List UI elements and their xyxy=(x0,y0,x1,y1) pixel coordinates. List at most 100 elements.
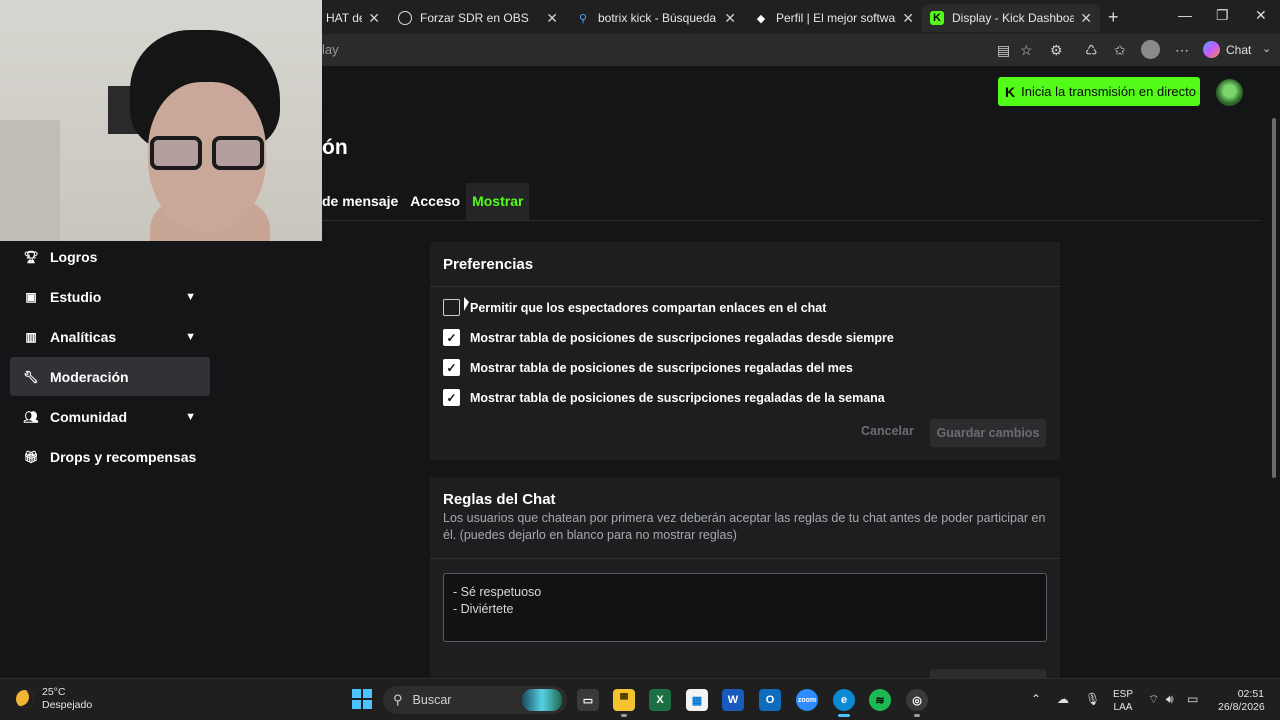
chevron-down-icon: ▼ xyxy=(185,290,196,303)
excel-icon[interactable]: X xyxy=(649,689,671,711)
volume-icon[interactable]: 🔊︎ xyxy=(1166,692,1174,707)
close-icon[interactable]: ✕ xyxy=(902,10,914,27)
scrollbar-thumb[interactable] xyxy=(1272,118,1276,478)
user-avatar[interactable] xyxy=(1216,79,1243,106)
webcam-overlay xyxy=(0,0,322,241)
checkbox-checked[interactable]: ✓ xyxy=(443,389,460,406)
option-label: Mostrar tabla de posiciones de suscripci… xyxy=(470,360,853,375)
browser-tab[interactable]: ⚲ botrix kick - Búsqueda ✕ xyxy=(568,4,744,32)
cancel-button[interactable]: Cancelar xyxy=(861,424,914,438)
file-explorer-icon[interactable]: ▀ xyxy=(613,689,635,711)
chevron-up-icon[interactable]: ⌃ xyxy=(1031,692,1041,706)
weather-desc: Despejado xyxy=(42,699,93,711)
microphone-icon[interactable]: 🎙︎ xyxy=(1085,692,1100,706)
windows-start-icon[interactable] xyxy=(352,689,372,709)
browser-tab-active[interactable]: K Display - Kick Dashboard ✕ xyxy=(922,4,1100,32)
sidebar-item-drops[interactable]: 🎁︎ Drops y recompensas xyxy=(10,437,210,476)
close-icon[interactable]: ✕ xyxy=(546,10,558,27)
search-highlight-image xyxy=(522,689,562,711)
panel-divider xyxy=(430,558,1060,559)
sidebar-item-analytics[interactable]: ▥ Analíticas ▼ xyxy=(10,317,210,356)
webcam-wall xyxy=(0,120,60,241)
option-label: Mostrar tabla de posiciones de suscripci… xyxy=(470,390,885,405)
battery-icon[interactable]: ▭ xyxy=(1187,692,1198,706)
webcam-glasses-left xyxy=(150,136,202,170)
chat-rules-textarea[interactable]: - Sé respetuoso - Diviértete xyxy=(443,573,1047,642)
gift-icon: 🎁︎ xyxy=(23,449,39,464)
input-language[interactable]: ESP LAA xyxy=(1113,688,1133,714)
tab-access[interactable]: Acceso xyxy=(404,183,466,221)
minimize-icon[interactable]: — xyxy=(1178,7,1192,23)
tab-label: Forzar SDR en OBS xyxy=(420,11,529,25)
checkbox-checked[interactable]: ✓ xyxy=(443,329,460,346)
checkbox-unchecked[interactable] xyxy=(443,299,460,316)
wifi-icon[interactable]: ⌔ xyxy=(1148,692,1159,707)
option-leaderboard-month[interactable]: ✓ Mostrar tabla de posiciones de suscrip… xyxy=(443,359,853,376)
kick-icon: K xyxy=(930,11,944,25)
people-icon: 👥︎ xyxy=(23,409,39,424)
cloud-icon[interactable]: ☁ xyxy=(1057,692,1069,706)
copilot-chat-button[interactable]: Chat xyxy=(1203,41,1251,58)
webcam-glasses-right xyxy=(212,136,264,170)
preferences-heading: Preferencias xyxy=(443,256,534,273)
clock-time: 02:51 xyxy=(1237,688,1264,700)
window-close-icon[interactable]: ✕ xyxy=(1255,7,1267,24)
more-menu-icon[interactable]: ⋯ xyxy=(1175,42,1189,59)
weather-widget[interactable]: 25°C Despejado xyxy=(16,686,92,712)
search-placeholder: Buscar xyxy=(412,693,452,707)
url-field[interactable]: lay xyxy=(322,42,339,57)
close-icon[interactable]: ✕ xyxy=(1080,10,1092,27)
chart-icon: ▥ xyxy=(25,329,37,344)
extensions-icon[interactable]: ⚙ xyxy=(1050,42,1063,59)
sidebar-item-moderation[interactable]: 🔧︎ Moderación xyxy=(10,357,210,396)
favorite-star-icon[interactable]: ☆ xyxy=(1020,42,1033,59)
option-label: Permitir que los espectadores compartan … xyxy=(470,300,827,315)
browser-tab[interactable]: ◆ Perfil | El mejor software para ✕ xyxy=(746,4,922,32)
new-tab-button[interactable]: + xyxy=(1108,7,1119,28)
option-allow-links[interactable]: Permitir que los espectadores compartan … xyxy=(443,299,826,316)
chevron-down-icon[interactable]: ⌄ xyxy=(1262,42,1271,55)
task-view-icon[interactable]: ▭ xyxy=(577,689,599,711)
tabs-divider xyxy=(322,220,1260,221)
profile-avatar[interactable] xyxy=(1141,40,1160,59)
option-leaderboard-alltime[interactable]: ✓ Mostrar tabla de posiciones de suscrip… xyxy=(443,329,894,346)
close-icon[interactable]: ✕ xyxy=(724,10,736,27)
trophy-icon: 🏆︎ xyxy=(23,249,39,264)
lang-line1: ESP xyxy=(1113,689,1134,700)
browser-tab[interactable]: HAT de KIC ✕ xyxy=(318,4,388,32)
close-icon[interactable]: ✕ xyxy=(368,10,380,27)
tab-label: Perfil | El mejor software para xyxy=(776,11,896,25)
sidebar-item-studio[interactable]: ▣ Estudio ▼ xyxy=(10,277,210,316)
option-label: Mostrar tabla de posiciones de suscripci… xyxy=(470,330,894,345)
outlook-icon[interactable]: O xyxy=(759,689,781,711)
mouse-cursor xyxy=(464,297,469,311)
sidebar-item-label: Estudio xyxy=(50,288,102,305)
chat-rules-description: Los usuarios que chatean por primera vez… xyxy=(443,511,1046,542)
favorites-icon[interactable]: ✩ xyxy=(1114,42,1126,59)
zoom-icon[interactable]: zoom xyxy=(796,689,818,711)
checkbox-checked[interactable]: ✓ xyxy=(443,359,460,376)
tab-label: HAT de KIC xyxy=(326,11,363,25)
store-icon[interactable]: ▦ xyxy=(686,689,708,711)
system-clock[interactable]: 02:51 26/8/2026 xyxy=(1218,688,1265,714)
go-live-button[interactable]: K Inicia la transmisión en directo xyxy=(998,77,1200,106)
search-icon: ⚲ xyxy=(393,692,403,707)
browser-tab[interactable]: Forzar SDR en OBS ✕ xyxy=(390,4,566,32)
tab-message[interactable]: de mensaje xyxy=(322,183,404,221)
option-leaderboard-week[interactable]: ✓ Mostrar tabla de posiciones de suscrip… xyxy=(443,389,885,406)
chevron-down-icon: ▼ xyxy=(185,410,196,423)
sidebar-item-label: Comunidad xyxy=(50,408,127,425)
spotify-icon[interactable]: ≋ xyxy=(869,689,891,711)
word-icon[interactable]: W xyxy=(722,689,744,711)
sidebar-item-achievements[interactable]: 🏆︎ Logros xyxy=(10,237,210,276)
sidebar-item-community[interactable]: 👥︎ Comunidad ▼ xyxy=(10,397,210,436)
sidebar-item-label: Analíticas xyxy=(50,328,117,345)
tab-display[interactable]: Mostrar xyxy=(466,183,530,221)
reader-icon[interactable]: ▤ xyxy=(997,42,1010,59)
clock-date: 26/8/2026 xyxy=(1218,701,1265,713)
save-changes-button[interactable]: Guardar cambios xyxy=(930,419,1046,447)
obs-icon[interactable]: ◎ xyxy=(906,689,928,711)
restore-icon[interactable]: ❐ xyxy=(1216,7,1229,24)
edge-icon[interactable]: e xyxy=(833,689,855,711)
performance-icon[interactable]: ♺ xyxy=(1085,42,1098,59)
